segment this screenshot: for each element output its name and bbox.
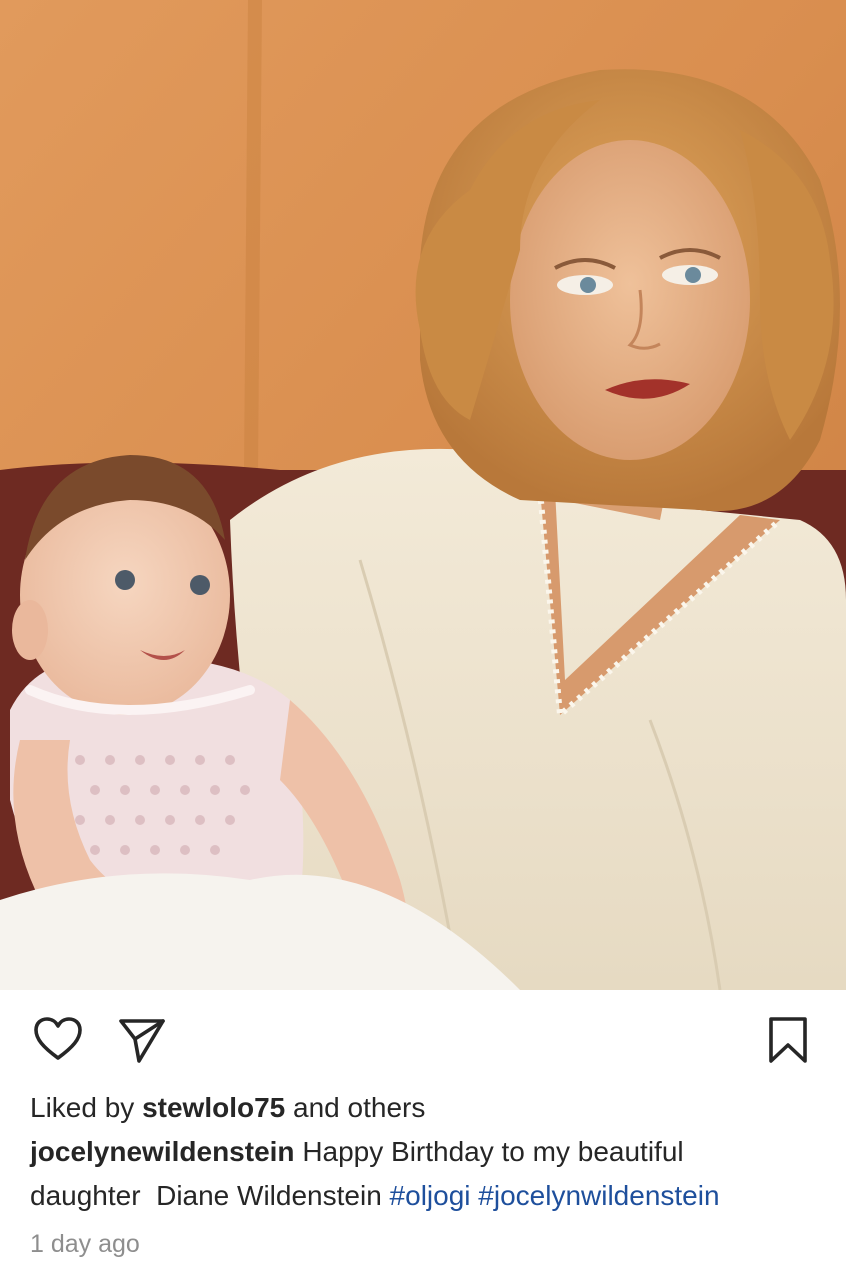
caption-line-2: daughter Diane Wildenstein #oljogi #joce… (30, 1174, 820, 1218)
bookmark-outline-icon (769, 1017, 807, 1063)
photo-illustration (0, 0, 846, 990)
hashtag-link[interactable]: #oljogi (390, 1180, 471, 1211)
liked-by-username[interactable]: stewlolo75 (142, 1092, 285, 1123)
likes-summary[interactable]: Liked by stewlolo75 and others (30, 1086, 820, 1130)
caption-text-1: Happy Birthday to my beautiful (302, 1136, 684, 1167)
share-button[interactable] (116, 1014, 168, 1066)
likes-prefix: Liked by (30, 1092, 135, 1123)
hashtag-link[interactable]: #jocelynwildenstein (478, 1180, 719, 1211)
post-timestamp: 1 day ago (30, 1230, 140, 1258)
save-button[interactable] (762, 1014, 814, 1066)
post-meta: Liked by stewlolo75 and others jocelynew… (30, 1086, 820, 1218)
heart-outline-icon (34, 1017, 82, 1060)
like-button[interactable] (32, 1014, 84, 1066)
instagram-post: Liked by stewlolo75 and others jocelynew… (0, 0, 846, 1280)
paper-plane-icon (119, 1019, 165, 1063)
likes-suffix[interactable]: and others (293, 1092, 425, 1123)
caption-author-username[interactable]: jocelynewildenstein (30, 1136, 295, 1167)
caption-text-2: daughter Diane Wildenstein (30, 1180, 382, 1211)
caption-line-1: jocelynewildenstein Happy Birthday to my… (30, 1130, 820, 1174)
post-actions-bar (0, 990, 846, 1086)
post-photo[interactable] (0, 0, 846, 990)
